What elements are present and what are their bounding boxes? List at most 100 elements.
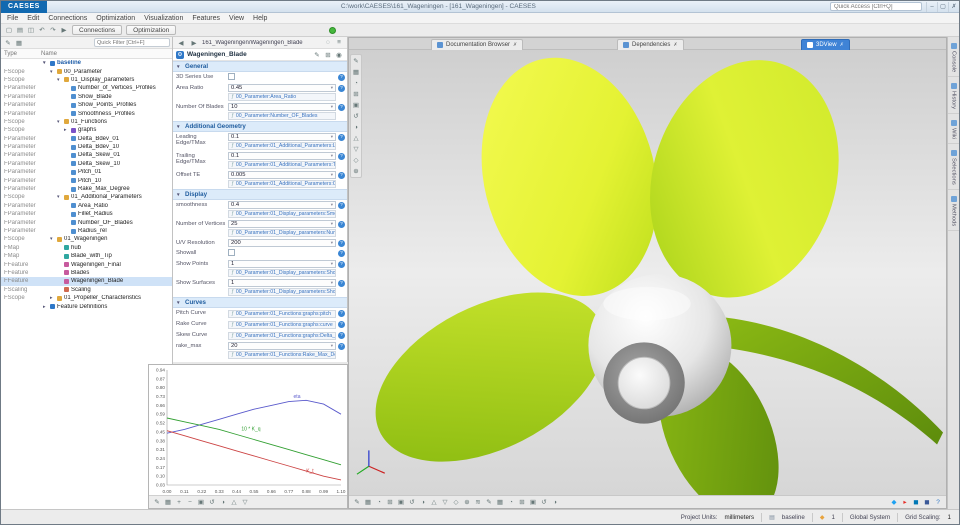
value-input[interactable]: 200▾ — [228, 239, 336, 247]
zoom-window-icon[interactable]: ▦ — [351, 67, 361, 77]
linked-parameter[interactable]: ƒ00_Parameter:01_Display_parameters:Show… — [228, 288, 336, 296]
help-icon[interactable]: ? — [338, 104, 345, 111]
tree-row[interactable]: FScalingScaling — [1, 286, 172, 294]
tree-row[interactable]: FParameterFillet_Radius — [1, 210, 172, 218]
menu-item-connections[interactable]: Connections — [48, 15, 87, 22]
menu-item-help[interactable]: Help — [253, 15, 267, 22]
propeller-3d-render[interactable] — [349, 50, 946, 495]
twitter-icon[interactable]: ◆ — [889, 497, 899, 507]
open-folder-icon[interactable]: ▤ — [15, 25, 25, 35]
tree-row[interactable]: FParameterDelta_Bdev_01 — [1, 135, 172, 143]
value-input[interactable]: 1▾ — [228, 260, 336, 268]
fit-view-icon[interactable]: ✎ — [351, 56, 361, 66]
top-view-icon[interactable]: ◑ — [351, 122, 361, 132]
edit-icon[interactable]: ✎ — [312, 50, 322, 60]
top-view-icon[interactable]: ◑ — [418, 497, 428, 507]
tree-row[interactable]: FScope▸01_Propeller_Characteristics — [1, 294, 172, 302]
pin-icon[interactable]: ◉ — [334, 50, 344, 60]
grid-scaling-value[interactable]: 1 — [948, 514, 951, 521]
side-tab-wiki[interactable]: Wiki — [948, 114, 959, 144]
tree-row[interactable]: FScope▾01_Additional_Parameters — [1, 193, 172, 201]
help-icon[interactable]: ? — [338, 280, 345, 287]
value-input[interactable]: 0.1▾ — [228, 152, 336, 160]
pan-icon[interactable]: ◔ — [351, 78, 361, 88]
snapshot-icon[interactable]: ⊕ — [351, 166, 361, 176]
tree-row[interactable]: FScope▾01_Functions — [1, 118, 172, 126]
help-icon[interactable]: ? — [338, 240, 345, 247]
tree-row[interactable]: FParameterPitch_01 — [1, 168, 172, 176]
linked-parameter[interactable]: ƒ00_Parameter:01_Functions:graphs:pitch — [228, 310, 336, 318]
record-icon[interactable]: ↺ — [539, 497, 549, 507]
tree-row[interactable]: ▾baseline — [1, 59, 172, 67]
help-icon[interactable]: ? — [338, 172, 345, 179]
zoom-in-icon[interactable]: + — [174, 497, 184, 507]
menu-item-file[interactable]: File — [7, 15, 18, 22]
section-header-curves[interactable]: ▾Curves — [173, 297, 347, 308]
help-icon[interactable]: ? — [338, 343, 345, 350]
wireframe-mode-icon[interactable]: ◇ — [351, 155, 361, 165]
linked-parameter[interactable]: ƒ00_Parameter:01_Functions:graphs:curve — [228, 321, 336, 329]
project-units-value[interactable]: millimeters — [725, 514, 755, 521]
menu-item-edit[interactable]: Edit — [27, 15, 39, 22]
grid-toggle-icon[interactable]: ↺ — [207, 497, 217, 507]
linked-parameter[interactable]: ƒ00_Parameter:01_Display_parameters:Numb… — [228, 229, 336, 237]
section-header-additional-geometry[interactable]: ▾Additional Geometry — [173, 121, 347, 132]
help-icon[interactable]: ? — [338, 134, 345, 141]
baseline-label[interactable]: baseline — [782, 514, 805, 521]
wireframe-mode-icon[interactable]: ≋ — [473, 497, 483, 507]
tree-row[interactable]: FScope▾01_Wageningen — [1, 235, 172, 243]
tree-row[interactable]: FParameterShow_Blade — [1, 93, 172, 101]
select-arrow-icon[interactable]: ✎ — [352, 497, 362, 507]
tree-row[interactable]: FMaphub — [1, 244, 172, 252]
iso-view-icon[interactable]: ▽ — [440, 497, 450, 507]
tree-row[interactable]: FParameterDelta_Bdev_10 — [1, 143, 172, 151]
tree-row[interactable]: FParameterArea_Ratio — [1, 202, 172, 210]
viewport-tab-documentation-browser[interactable]: Documentation Browser✗ — [431, 39, 523, 50]
side-tab-console[interactable]: Console — [948, 37, 959, 77]
tab-close-icon[interactable]: ✗ — [673, 42, 677, 48]
tree-row[interactable]: FParameterPitch_10 — [1, 176, 172, 184]
perspective-icon[interactable]: ◇ — [451, 497, 461, 507]
zoom-icon[interactable]: ⊞ — [385, 497, 395, 507]
help-icon[interactable]: ? — [338, 74, 345, 81]
fullscreen-icon[interactable]: ◑ — [550, 497, 560, 507]
copy-icon[interactable]: ⊞ — [323, 50, 333, 60]
new-file-icon[interactable]: ▢ — [4, 25, 14, 35]
linked-parameter[interactable]: ƒ00_Parameter:01_Functions:Rake_Max_Degr… — [228, 351, 336, 359]
tab-close-icon[interactable]: ✗ — [840, 42, 844, 48]
checkbox-showall[interactable] — [228, 249, 235, 256]
shaded-mode-icon[interactable]: ⊕ — [462, 497, 472, 507]
settings-icon[interactable]: ▽ — [240, 497, 250, 507]
viewport-canvas[interactable] — [349, 50, 946, 495]
help-icon[interactable]: ? — [933, 497, 943, 507]
help-icon[interactable]: ? — [338, 250, 345, 257]
tree-row[interactable]: FParameterNumber_OF_Blades — [1, 218, 172, 226]
cursor-icon[interactable]: ✎ — [152, 497, 162, 507]
value-input[interactable]: 20▾ — [228, 342, 336, 350]
tree-row[interactable]: FFeatureWageningen_Blade — [1, 277, 172, 285]
help-icon[interactable]: ? — [338, 85, 345, 92]
nav-back-icon[interactable]: ◀ — [176, 38, 186, 48]
shaded-mode-icon[interactable]: ▽ — [351, 144, 361, 154]
iso-view-icon[interactable]: △ — [351, 133, 361, 143]
export-plot-icon[interactable]: ◑ — [218, 497, 228, 507]
tree-row[interactable]: FFeatureBlades — [1, 269, 172, 277]
help-icon[interactable]: ? — [338, 310, 345, 317]
tree-row[interactable]: FParameterNumber_of_Vertices_Profiles — [1, 84, 172, 92]
help-icon[interactable]: ? — [338, 153, 345, 160]
column-name[interactable]: Name — [41, 51, 57, 57]
viewport-tab-dependencies[interactable]: Dependencies✗ — [617, 39, 684, 50]
definitions-tab-icon[interactable]: ▦ — [14, 38, 24, 48]
tree-row[interactable]: ▸Feature Definitions — [1, 302, 172, 310]
linked-parameter[interactable]: ƒ00_Parameter:01_Additional_Parameters:T… — [228, 161, 336, 169]
snapshot-icon[interactable]: ▣ — [528, 497, 538, 507]
linked-parameter[interactable]: ƒ00_Parameter:01_Functions:graphs:Delta_… — [228, 332, 336, 340]
front-view-icon[interactable]: ↺ — [407, 497, 417, 507]
tree-row[interactable]: FScope▾01_Display_parameters — [1, 76, 172, 84]
tab-close-icon[interactable]: ✗ — [513, 42, 517, 48]
fit-view-icon[interactable]: ▣ — [396, 497, 406, 507]
menu-item-features[interactable]: Features — [192, 15, 220, 22]
tree-row[interactable]: FParameterShow_Points_Profiles — [1, 101, 172, 109]
quick-filter-input[interactable] — [94, 38, 170, 47]
help-icon[interactable]: ? — [338, 332, 345, 339]
